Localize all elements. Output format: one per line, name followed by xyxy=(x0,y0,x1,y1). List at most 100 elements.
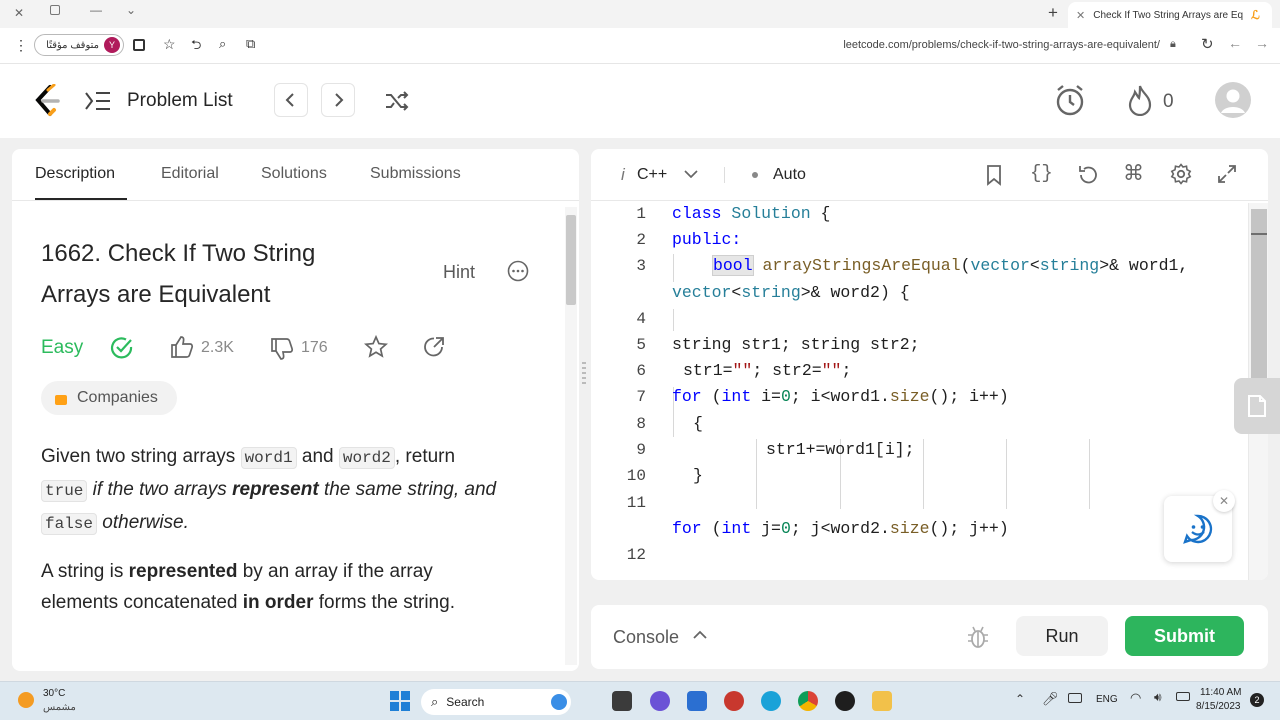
next-problem-button[interactable] xyxy=(321,83,355,117)
language-indicator[interactable]: ENG xyxy=(1096,694,1118,705)
scrollbar-thumb[interactable] xyxy=(566,215,576,305)
taskbar-search[interactable]: ⌕ Search xyxy=(421,689,571,715)
code-line-5[interactable]: string str1; string str2; xyxy=(672,335,920,354)
code-line-7[interactable]: for (int i=0; i<word1.size(); i++) xyxy=(672,387,1009,406)
code-line-11[interactable]: for (int j=0; j<word2.size(); j++) xyxy=(672,519,1009,538)
zoom-icon[interactable]: ⌕ xyxy=(219,36,226,52)
chrome-browser-icon[interactable] xyxy=(798,691,818,711)
share-icon[interactable]: ⮌ xyxy=(191,36,201,58)
code-line-3[interactable]: bool arrayStringsAreEqual(vector<string>… xyxy=(712,255,1188,276)
autosave-mode[interactable]: Auto xyxy=(773,166,806,184)
console-toggle[interactable]: Console xyxy=(613,627,679,648)
battery-icon[interactable] xyxy=(1176,692,1190,701)
user-avatar[interactable] xyxy=(1215,82,1251,118)
tab-solutions[interactable]: Solutions xyxy=(261,165,327,183)
problem-list-icon[interactable] xyxy=(85,90,111,112)
close-window-icon[interactable]: ✕ xyxy=(14,6,24,20)
chat-app-icon[interactable] xyxy=(650,691,670,711)
chevron-up-icon[interactable] xyxy=(693,630,707,640)
thumbs-down-icon xyxy=(271,338,294,360)
debug-bug-icon[interactable] xyxy=(967,625,989,649)
timer-icon[interactable] xyxy=(1054,83,1086,117)
profile-pill[interactable]: متوقف مؤقتًا Y xyxy=(34,34,124,56)
restore-window-icon[interactable] xyxy=(50,5,60,15)
tab-editorial[interactable]: Editorial xyxy=(161,165,219,183)
like-count: 2.3K xyxy=(201,339,234,356)
volume-icon[interactable]: 🔊︎ xyxy=(1154,690,1162,705)
app-icon[interactable] xyxy=(724,691,744,711)
sidebar-icon[interactable] xyxy=(133,39,145,51)
leetcode-logo-icon[interactable] xyxy=(32,84,62,118)
forward-icon[interactable]: ← xyxy=(1228,35,1242,51)
url-field[interactable]: leetcode.com/problems/check-if-two-strin… xyxy=(843,39,1160,51)
store-app-icon[interactable] xyxy=(687,691,707,711)
companies-button[interactable]: Companies xyxy=(41,381,177,415)
keyboard-icon[interactable] xyxy=(1068,693,1082,703)
chevron-down-icon[interactable] xyxy=(684,170,698,178)
minimize-window-icon[interactable]: — xyxy=(90,3,102,17)
new-tab-icon[interactable]: + xyxy=(1048,3,1058,23)
text: Given two string arrays xyxy=(41,446,241,467)
extensions-icon[interactable]: ⧉ xyxy=(246,36,255,52)
code-line-3-wrap[interactable]: vector<string>& word2) { xyxy=(672,283,910,302)
prev-problem-button[interactable] xyxy=(274,83,308,117)
notification-badge[interactable]: 2 xyxy=(1250,693,1264,707)
fullscreen-icon[interactable] xyxy=(1217,164,1237,184)
close-icon[interactable]: ✕ xyxy=(1213,490,1235,512)
lock-icon xyxy=(55,395,67,405)
clock-time[interactable]: 11:40 AM xyxy=(1200,687,1242,698)
back-icon[interactable]: → xyxy=(1255,35,1269,51)
code-line-2[interactable]: public: xyxy=(672,230,741,249)
dislike-button[interactable] xyxy=(270,337,294,361)
tab-submissions[interactable]: Submissions xyxy=(370,165,461,183)
italic-text: otherwise. xyxy=(97,512,189,533)
problem-list-label[interactable]: Problem List xyxy=(127,90,233,112)
submit-button[interactable]: Submit xyxy=(1125,616,1244,656)
tab-close-icon[interactable]: ✕ xyxy=(1076,9,1085,22)
token: string xyxy=(741,283,801,302)
description-scrollbar[interactable] xyxy=(565,207,577,665)
code-line-6[interactable]: str1=""; str2=""; xyxy=(683,361,851,380)
indent-guide xyxy=(756,439,757,509)
tab-description[interactable]: Description xyxy=(35,165,115,183)
notes-button[interactable] xyxy=(1234,378,1280,434)
profile-status: متوقف مؤقتًا xyxy=(46,39,99,51)
clock-date[interactable]: 8/15/2023 xyxy=(1196,701,1241,712)
more-menu-icon[interactable]: ⋮ xyxy=(14,37,28,54)
like-button[interactable] xyxy=(170,335,194,359)
app-icon[interactable] xyxy=(835,691,855,711)
wifi-icon[interactable]: ◠ xyxy=(1130,690,1141,706)
microphone-icon[interactable]: 🎤︎ xyxy=(1042,691,1059,707)
edge-browser-icon[interactable] xyxy=(761,691,781,711)
task-view-icon[interactable] xyxy=(612,691,632,711)
more-options-icon[interactable] xyxy=(507,260,529,282)
token: int xyxy=(721,519,752,538)
bookmark-icon[interactable] xyxy=(986,164,1002,186)
inline-code: false xyxy=(41,513,98,535)
reset-code-icon[interactable] xyxy=(1077,164,1099,186)
panel-resize-handle[interactable] xyxy=(582,362,586,384)
streak-flame-icon[interactable] xyxy=(1126,84,1154,116)
shuffle-icon[interactable] xyxy=(385,90,409,112)
settings-gear-icon[interactable] xyxy=(1170,163,1192,185)
code-line-8[interactable]: { xyxy=(693,414,703,433)
code-line-9[interactable]: str1+=word1[i]; xyxy=(766,440,915,459)
indent-guide xyxy=(1089,439,1090,509)
dislike-count: 176 xyxy=(301,339,328,356)
code-line-10[interactable]: } xyxy=(693,466,703,485)
shortcuts-icon[interactable]: ⌘ xyxy=(1123,161,1144,186)
format-code-icon[interactable]: {} xyxy=(1030,162,1053,184)
reload-icon[interactable]: ↻ xyxy=(1201,35,1214,53)
code-line-1[interactable]: class Solution { xyxy=(672,204,830,223)
windows-start-icon[interactable] xyxy=(390,691,410,711)
run-button[interactable]: Run xyxy=(1016,616,1108,656)
browser-tab[interactable]: ✕ Check If Two String Arrays are Eq ℒ xyxy=(1068,2,1272,28)
language-select[interactable]: C++ xyxy=(637,166,667,184)
tab-list-chevron-icon[interactable]: ⌄ xyxy=(126,3,136,17)
favorite-star-icon[interactable] xyxy=(364,335,388,359)
favorites-star-icon[interactable]: ☆ xyxy=(163,36,176,53)
share-link-icon[interactable] xyxy=(422,335,446,359)
tray-chevron-icon[interactable]: ⌃ xyxy=(1015,692,1025,706)
hint-button[interactable]: Hint xyxy=(443,262,475,283)
file-explorer-icon[interactable] xyxy=(872,691,892,711)
